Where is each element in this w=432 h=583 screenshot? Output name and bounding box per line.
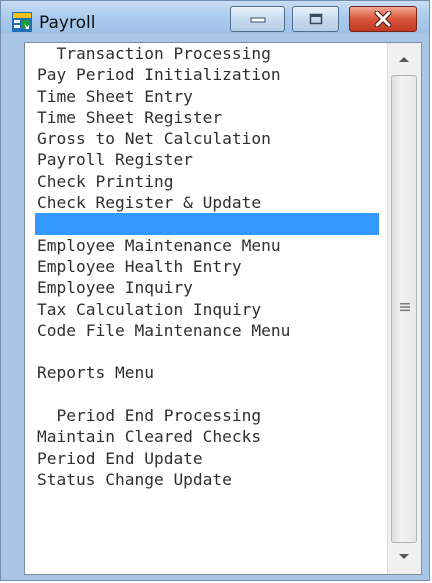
close-icon — [374, 11, 392, 27]
menu-item-tax-calculation-inquiry[interactable]: Tax Calculation Inquiry — [35, 299, 379, 320]
menu-listbox[interactable]: Transaction Processing Pay Period Initia… — [24, 42, 422, 575]
menu-list: Transaction Processing Pay Period Initia… — [35, 43, 379, 490]
menu-item-pay-period-initialization[interactable]: Pay Period Initialization — [35, 64, 379, 85]
minimize-icon — [250, 17, 265, 23]
scroll-down-arrow-icon[interactable] — [396, 551, 412, 563]
menu-item-check-printing[interactable]: Check Printing — [35, 171, 379, 192]
scroll-up-arrow-icon[interactable] — [396, 53, 412, 65]
title-bar[interactable]: Payroll — [1, 1, 429, 33]
menu-item-code-file-maintenance-menu[interactable]: Code File Maintenance Menu — [35, 320, 379, 341]
menu-item-selected-blank[interactable] — [35, 213, 379, 235]
menu-item-time-sheet-entry[interactable]: Time Sheet Entry — [35, 86, 379, 107]
section-header-period-end-processing: Period End Processing — [37, 406, 262, 426]
section-header-transaction-processing: Transaction Processing — [37, 44, 271, 63]
window-title: Payroll — [39, 13, 96, 33]
menu-item-maintain-cleared-checks[interactable]: Maintain Cleared Checks — [35, 426, 379, 447]
menu-item-gross-to-net-calculation[interactable]: Gross to Net Calculation — [35, 128, 379, 149]
menu-item-employee-maintenance-menu[interactable]: Employee Maintenance Menu — [35, 235, 379, 256]
close-button[interactable] — [349, 6, 417, 32]
menu-spacer — [35, 341, 379, 362]
menu-item-status-change-update[interactable]: Status Change Update — [35, 469, 379, 490]
menu-item-employee-health-entry[interactable]: Employee Health Entry — [35, 256, 379, 277]
maximize-button[interactable] — [292, 6, 339, 32]
menu-item-period-end-update[interactable]: Period End Update — [35, 448, 379, 469]
menu-spacer — [35, 384, 379, 405]
vertical-scrollbar[interactable] — [387, 43, 421, 574]
payroll-app-icon — [12, 12, 32, 32]
menu-item-employee-inquiry[interactable]: Employee Inquiry — [35, 277, 379, 298]
minimize-button[interactable] — [230, 6, 285, 32]
menu-item-reports-menu[interactable]: Reports Menu — [35, 362, 379, 383]
menu-item-payroll-register[interactable]: Payroll Register — [35, 149, 379, 170]
scrollbar-thumb[interactable] — [391, 75, 417, 543]
menu-item-time-sheet-register[interactable]: Time Sheet Register — [35, 107, 379, 128]
scroll-grip-icon — [400, 303, 410, 312]
menu-item-check-register-update[interactable]: Check Register & Update — [35, 192, 379, 213]
maximize-icon — [309, 13, 322, 25]
payroll-window: Payroll Transaction Processing Pay Perio… — [0, 0, 430, 581]
